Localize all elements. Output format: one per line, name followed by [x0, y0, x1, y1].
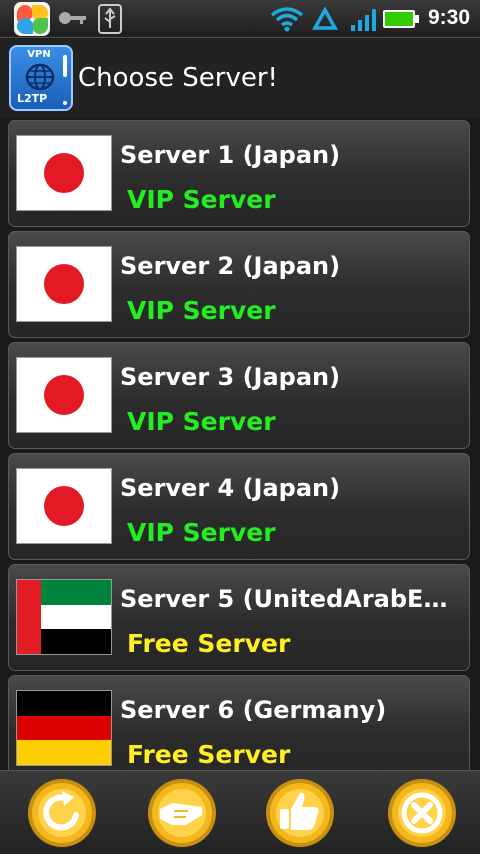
- server-type: VIP Server: [127, 518, 276, 547]
- handshake-icon: [148, 779, 216, 847]
- app-store-icon: [14, 2, 50, 36]
- status-time: 9:30: [428, 6, 471, 29]
- status-bar: 9:30: [0, 0, 480, 38]
- handshake-button[interactable]: [144, 775, 220, 851]
- server-name: Server 4 (Japan): [120, 474, 341, 502]
- server-item-1[interactable]: Server 1 (Japan) VIP Server: [8, 120, 470, 227]
- app-icon-top-label: VPN: [27, 49, 51, 60]
- server-type: VIP Server: [127, 185, 276, 214]
- server-item-6[interactable]: Server 6 (Germany) Free Server: [8, 675, 470, 770]
- server-name: Server 5 (UnitedArabEm...: [120, 585, 465, 613]
- refresh-icon: [28, 779, 96, 847]
- page-title: Choose Server!: [78, 63, 278, 93]
- battery-icon: [383, 10, 419, 28]
- server-name: Server 1 (Japan): [120, 141, 341, 169]
- usb-icon: [98, 4, 122, 34]
- server-name: Server 2 (Japan): [120, 252, 341, 280]
- server-list[interactable]: Server 1 (Japan) VIP Server Server 2 (Ja…: [0, 118, 480, 770]
- japan-flag-icon: [16, 468, 112, 544]
- app-icon-bottom-label: L2TP: [17, 92, 48, 105]
- japan-flag-icon: [16, 135, 112, 211]
- server-item-5[interactable]: Server 5 (UnitedArabEm... Free Server: [8, 564, 470, 671]
- app-icon-dot: [63, 101, 67, 105]
- title-bar: VPN L2TP Choose Server!: [0, 39, 480, 118]
- key-icon: [59, 12, 86, 24]
- thumbs-up-button[interactable]: [262, 775, 338, 851]
- server-type: VIP Server: [127, 407, 276, 436]
- signal-icon: [351, 9, 376, 31]
- thumbs-up-icon: [266, 779, 334, 847]
- close-button[interactable]: [384, 775, 460, 851]
- bottom-toolbar: [0, 770, 480, 854]
- server-type: Free Server: [127, 629, 291, 658]
- sync-triangle-icon: [312, 7, 338, 30]
- server-name: Server 6 (Germany): [120, 696, 387, 724]
- server-type: VIP Server: [127, 296, 276, 325]
- close-icon: [388, 779, 456, 847]
- globe-icon: [25, 63, 55, 91]
- uae-flag-icon: [16, 579, 112, 655]
- server-item-4[interactable]: Server 4 (Japan) VIP Server: [8, 453, 470, 560]
- refresh-button[interactable]: [24, 775, 100, 851]
- vpn-app-icon: VPN L2TP: [9, 45, 73, 111]
- japan-flag-icon: [16, 357, 112, 433]
- wifi-icon: [270, 7, 304, 32]
- server-item-2[interactable]: Server 2 (Japan) VIP Server: [8, 231, 470, 338]
- server-item-3[interactable]: Server 3 (Japan) VIP Server: [8, 342, 470, 449]
- server-name: Server 3 (Japan): [120, 363, 341, 391]
- germany-flag-icon: [16, 690, 112, 766]
- app-icon-bar: [63, 55, 67, 77]
- japan-flag-icon: [16, 246, 112, 322]
- server-type: Free Server: [127, 740, 291, 769]
